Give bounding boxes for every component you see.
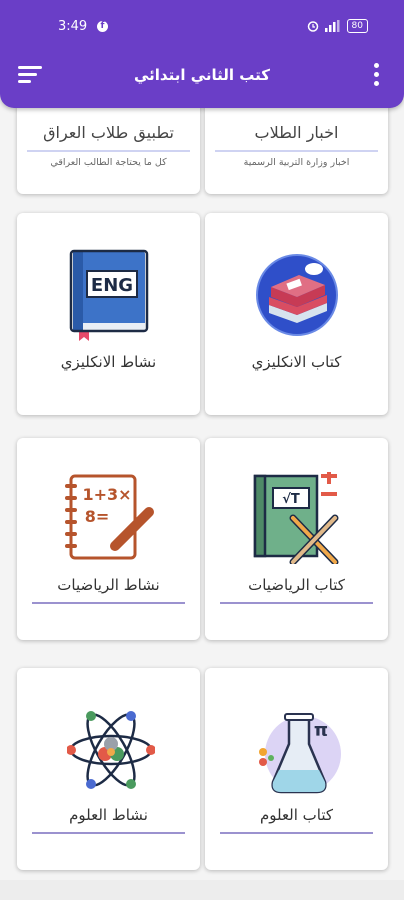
flask-pi-text: π: [314, 720, 328, 741]
facebook-notification-icon: f: [97, 21, 108, 32]
signal-icon: [324, 20, 340, 32]
more-options-icon[interactable]: [374, 63, 380, 87]
english-book-icon: [256, 254, 338, 336]
science-book-label: كتاب العلوم: [259, 806, 334, 824]
english-activity-label: نشاط الانكليزي: [60, 353, 157, 371]
alarm-icon: [307, 21, 318, 32]
page-title: كتب الثاني ابتدائي: [133, 66, 271, 84]
math-notebook-icon: 1+3× 8=: [65, 474, 154, 560]
eng-notebook-text: ENG: [91, 275, 133, 296]
math-notebook-text-1: 1+3×: [82, 485, 131, 504]
math-book-card[interactable]: √T كتاب الرياضيات: [205, 438, 388, 640]
iraq-app-card-subtitle: كل ما يحتاجة الطالب العراقي: [50, 157, 167, 168]
english-book-label: كتاب الانكليزي: [251, 353, 342, 371]
math-activity-label: نشاط الرياضيات: [57, 576, 160, 594]
english-book-card[interactable]: كتاب الانكليزي: [205, 213, 388, 415]
news-card-subtitle: اخبار وزارة التربية الرسمية: [243, 157, 350, 168]
science-activity-underline: [32, 832, 185, 834]
math-book-icon: √T: [253, 472, 339, 564]
iraq-app-card-title: تطبيق طلاب العراق: [43, 123, 174, 142]
math-notebook-text-2: 8=: [85, 507, 110, 526]
math-activity-card[interactable]: 1+3× 8= نشاط الرياضيات: [17, 438, 200, 640]
atom-icon: [67, 711, 155, 789]
science-book-card[interactable]: π كتاب العلوم: [205, 668, 388, 870]
math-book-underline: [220, 602, 373, 604]
math-book-label: كتاب الرياضيات: [248, 576, 345, 594]
science-activity-card[interactable]: نشاط العلوم: [17, 668, 200, 870]
iraq-app-card-divider: [27, 150, 190, 152]
status-bar: 3:49 f 80: [0, 18, 404, 38]
science-book-underline: [220, 832, 373, 834]
eng-notebook-icon: ENG: [69, 249, 149, 341]
battery-icon: 80: [346, 19, 368, 33]
news-card-divider: [215, 150, 378, 152]
app-bar: 3:49 f 80 كتب الثاني ابتدائي: [0, 0, 404, 108]
math-book-text: √T: [282, 492, 300, 507]
news-card-title: اخبار الطلاب: [254, 123, 339, 142]
math-activity-underline: [32, 602, 185, 604]
status-time: 3:49: [58, 19, 88, 34]
status-icons: 80: [307, 19, 368, 33]
science-activity-label: نشاط العلوم: [69, 806, 148, 824]
flask-icon: π: [259, 713, 341, 794]
english-activity-card[interactable]: ENG نشاط الانكليزي: [17, 213, 200, 415]
navigation-bar-area: [0, 880, 404, 900]
